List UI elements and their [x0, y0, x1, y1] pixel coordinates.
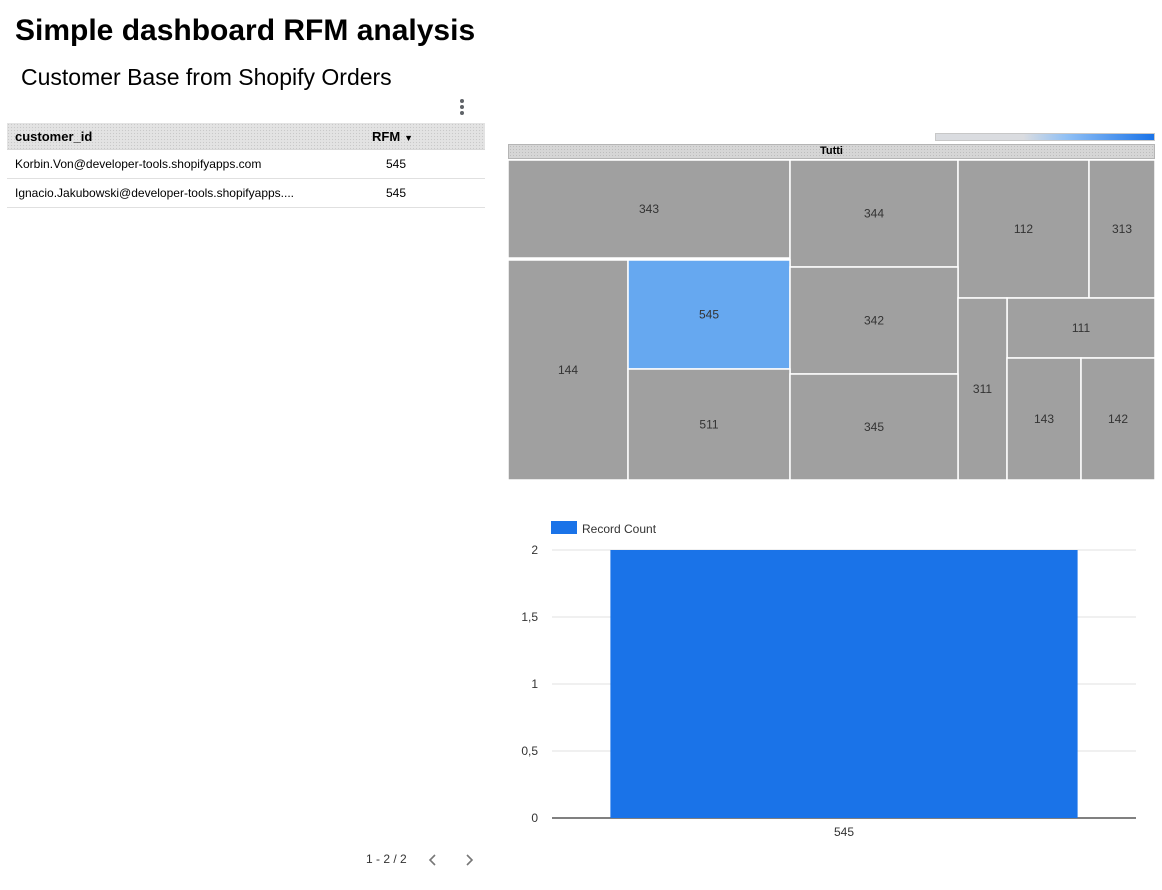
- treemap-cell-313[interactable]: [1088, 159, 1156, 299]
- cell-customer-id: Korbin.Von@developer-tools.shopifyapps.c…: [15, 157, 262, 171]
- table-row[interactable]: Korbin.Von@developer-tools.shopifyapps.c…: [7, 150, 485, 179]
- treemap-cell-label: 545: [699, 308, 719, 322]
- treemap-cell-label: 511: [699, 418, 718, 432]
- column-header-rfm[interactable]: RFM ▼: [372, 129, 413, 144]
- table-header: customer_id RFM ▼: [7, 123, 485, 150]
- more-options-icon[interactable]: [452, 97, 472, 117]
- y-tick-label: 2: [531, 543, 538, 557]
- sort-desc-icon[interactable]: ▼: [404, 133, 413, 143]
- treemap-cell-label: 143: [1034, 412, 1054, 426]
- treemap-cell-345[interactable]: [789, 373, 959, 481]
- next-page-icon[interactable]: [461, 850, 477, 870]
- treemap-cell-511[interactable]: [627, 368, 791, 481]
- treemap-cell-label: 313: [1112, 222, 1132, 236]
- table-row[interactable]: Ignacio.Jakubowski@developer-tools.shopi…: [7, 179, 485, 208]
- treemap-cell-label: 144: [558, 363, 578, 377]
- cell-customer-id: Ignacio.Jakubowski@developer-tools.shopi…: [15, 186, 294, 200]
- y-tick-label: 0,5: [521, 744, 538, 758]
- treemap-cell-144[interactable]: [507, 259, 629, 481]
- treemap-cell-342[interactable]: [789, 266, 959, 375]
- treemap-cell-111[interactable]: [1006, 297, 1156, 359]
- column-header-rfm-label: RFM: [372, 129, 401, 144]
- treemap-cell-311[interactable]: [957, 297, 1008, 481]
- x-tick-label: 545: [834, 825, 854, 839]
- treemap-cell-label: 112: [1014, 222, 1033, 236]
- cell-rfm: 545: [386, 186, 407, 200]
- column-header-customer-id[interactable]: customer_id: [15, 129, 92, 144]
- page-subtitle: Customer Base from Shopify Orders: [21, 64, 392, 90]
- legend-label: Record Count: [582, 522, 657, 536]
- y-tick-label: 1,5: [521, 610, 538, 624]
- legend-swatch: [551, 521, 577, 534]
- treemap-cell-label: 142: [1108, 412, 1128, 426]
- customer-table: customer_id RFM ▼ Korbin.Von@developer-to…: [7, 123, 485, 208]
- y-tick-label: 1: [531, 677, 538, 691]
- treemap-cell-label: 344: [864, 207, 884, 221]
- treemap-root-label[interactable]: Tutti: [508, 144, 1155, 159]
- treemap-cell-label: 342: [864, 314, 884, 328]
- treemap-cell-label: 111: [1072, 321, 1091, 335]
- treemap-cell-143[interactable]: [1006, 357, 1082, 481]
- y-tick-label: 0: [531, 811, 538, 825]
- treemap-cell-344[interactable]: [789, 159, 959, 268]
- cell-rfm: 545: [386, 157, 407, 171]
- bar-545[interactable]: [610, 550, 1078, 818]
- treemap-cell-142[interactable]: [1080, 357, 1156, 481]
- treemap-cell-label: 343: [639, 202, 659, 216]
- treemap-cell-112[interactable]: [957, 159, 1090, 299]
- previous-page-icon[interactable]: [425, 850, 441, 870]
- treemap-cell-545[interactable]: [627, 259, 791, 370]
- treemap-color-scale: [935, 133, 1155, 141]
- page-title: Simple dashboard RFM analysis: [15, 14, 476, 47]
- treemap-cell-label: 345: [864, 420, 884, 434]
- treemap-cell-343[interactable]: [507, 159, 791, 259]
- pagination-label: 1 - 2 / 2: [366, 852, 407, 866]
- treemap-cell-label: 311: [973, 382, 992, 396]
